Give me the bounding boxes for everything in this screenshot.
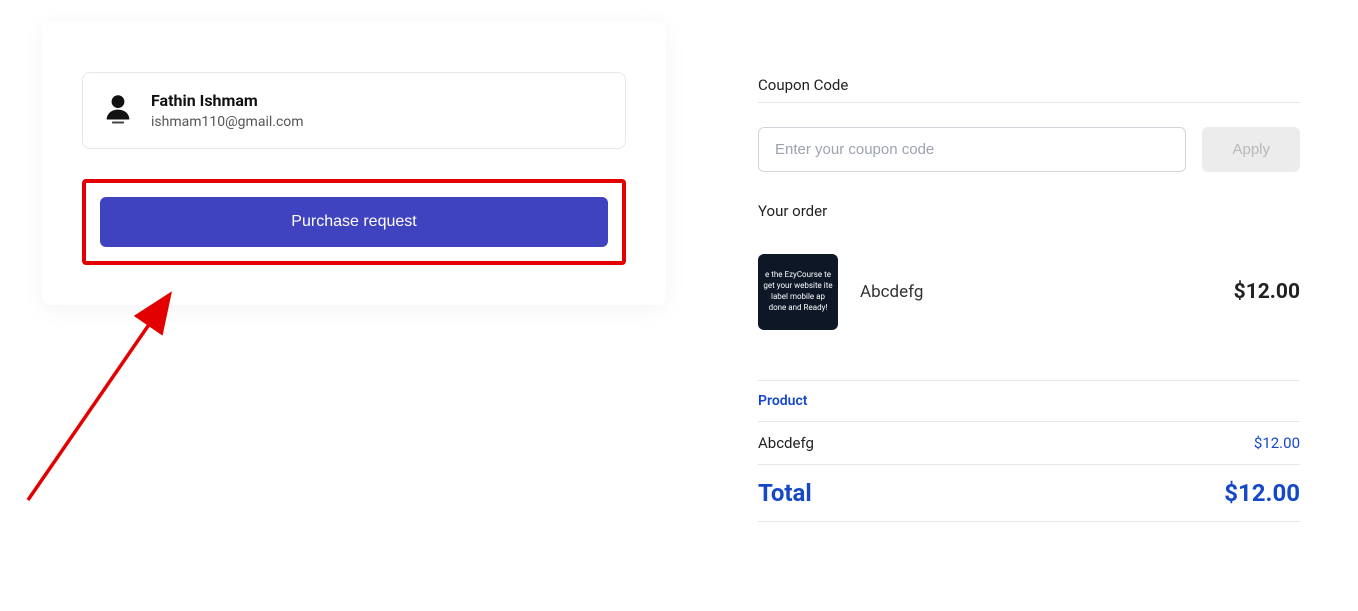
your-order-label: Your order [758, 202, 1300, 220]
order-item-price: $12.00 [1234, 280, 1300, 304]
apply-coupon-button[interactable]: Apply [1202, 127, 1300, 172]
total-row: Total $12.00 [758, 465, 1300, 522]
user-card: Fathin Ishmam ishmam110@gmail.com [82, 72, 626, 149]
total-price: $12.00 [1224, 479, 1300, 507]
coupon-input[interactable] [758, 127, 1186, 172]
summary-row-price: $12.00 [1254, 434, 1300, 452]
order-item: e the EzyCourse te get your website ite … [758, 254, 1300, 330]
purchase-request-button[interactable]: Purchase request [100, 197, 608, 247]
summary-row-name: Abcdefg [758, 434, 814, 452]
total-label: Total [758, 479, 812, 507]
order-thumbnail: e the EzyCourse te get your website ite … [758, 254, 838, 330]
user-email: ishmam110@gmail.com [151, 114, 304, 130]
summary-table: Product Abcdefg $12.00 Total $12.00 [758, 380, 1300, 522]
summary-header: Product [758, 380, 1300, 422]
user-name: Fathin Ishmam [151, 91, 304, 110]
coupon-row: Apply [758, 113, 1300, 172]
checkout-left-panel: Fathin Ishmam ishmam110@gmail.com Purcha… [42, 22, 666, 305]
order-item-name: Abcdefg [860, 282, 1212, 302]
summary-row: Abcdefg $12.00 [758, 422, 1300, 465]
order-summary-panel: Coupon Code Apply Your order e the EzyCo… [758, 76, 1300, 522]
highlight-box: Purchase request [82, 179, 626, 265]
coupon-label: Coupon Code [758, 76, 1300, 103]
user-info: Fathin Ishmam ishmam110@gmail.com [151, 91, 304, 130]
user-icon [103, 93, 133, 129]
